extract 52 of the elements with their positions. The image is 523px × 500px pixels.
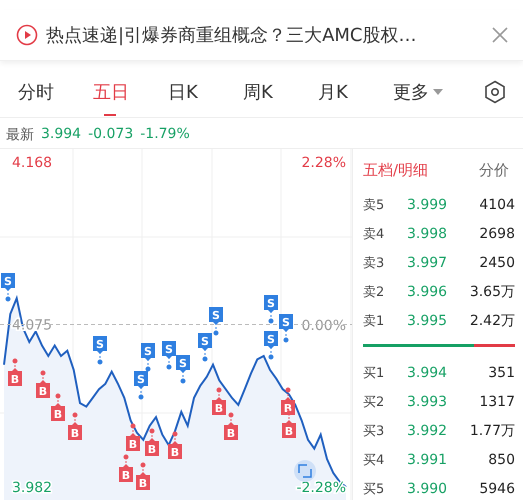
- period-tab[interactable]: 月K: [312, 72, 387, 112]
- panel-tab[interactable]: 五档/明细: [363, 161, 428, 180]
- period-tab[interactable]: 日K: [162, 72, 237, 112]
- caret-icon: [433, 89, 443, 95]
- level-volume: 1317: [478, 394, 515, 410]
- level-label: 买3: [363, 422, 386, 440]
- level-label: 买2: [363, 394, 386, 410]
- level-label: 卖3: [363, 254, 386, 272]
- price-change: -0.073: [88, 126, 134, 144]
- level-price: 3.996: [407, 284, 448, 300]
- period-tab[interactable]: 分时: [12, 72, 87, 112]
- price-axis-label: 3.982: [12, 480, 52, 496]
- news-banner[interactable]: 热点速递|引爆券商重组概念？三大AMC股权…: [0, 10, 523, 61]
- close-icon[interactable]: [491, 26, 509, 44]
- level-price: 3.995: [407, 312, 448, 328]
- level-price: 3.997: [407, 254, 448, 270]
- level-volume: 2.42万: [468, 312, 515, 330]
- panel-tab[interactable]: 分价: [479, 161, 509, 180]
- level-label: 卖4: [363, 226, 386, 242]
- level-volume: 2698: [478, 226, 515, 242]
- news-headline[interactable]: 热点速递|引爆券商重组概念？三大AMC股权…: [46, 23, 483, 47]
- play-icon[interactable]: [16, 24, 38, 46]
- level-label: 卖5: [363, 196, 386, 214]
- level-price: 3.993: [407, 394, 448, 410]
- level-label: 买4: [363, 452, 386, 468]
- level-price: 3.998: [407, 226, 448, 242]
- high-percent-label: 2.28%: [302, 155, 346, 171]
- level-volume: 850: [487, 452, 515, 468]
- level-volume: 1.77万: [468, 422, 515, 440]
- level-price: 3.991: [407, 452, 448, 468]
- percent-change: -1.79%: [140, 126, 190, 144]
- crosshair-icon[interactable]: [294, 460, 316, 482]
- settings-icon[interactable]: [483, 80, 507, 104]
- period-tab[interactable]: 周K: [237, 72, 312, 112]
- level-label: 卖1: [363, 312, 386, 330]
- latest-price: 3.994: [41, 126, 82, 144]
- level-label: 卖2: [363, 284, 386, 300]
- level-price: 3.999: [407, 196, 448, 212]
- quote-label: 最新: [6, 126, 34, 144]
- level-volume: 3.65万: [468, 282, 515, 300]
- level-label: 买1: [363, 364, 386, 382]
- level-volume: 2450: [478, 254, 515, 270]
- level-price: 3.990: [407, 480, 448, 496]
- level-price: 3.992: [407, 422, 448, 438]
- period-tab[interactable]: 更多: [387, 72, 462, 112]
- level-label: 买5: [363, 480, 386, 498]
- price-axis-label: 4.168: [12, 155, 52, 171]
- level-volume: 4104: [478, 196, 515, 212]
- level-price: 3.994: [407, 364, 448, 380]
- level-volume: 5946: [478, 480, 515, 496]
- low-percent-label: -2.28%: [296, 480, 346, 496]
- level-volume: 351: [487, 364, 515, 380]
